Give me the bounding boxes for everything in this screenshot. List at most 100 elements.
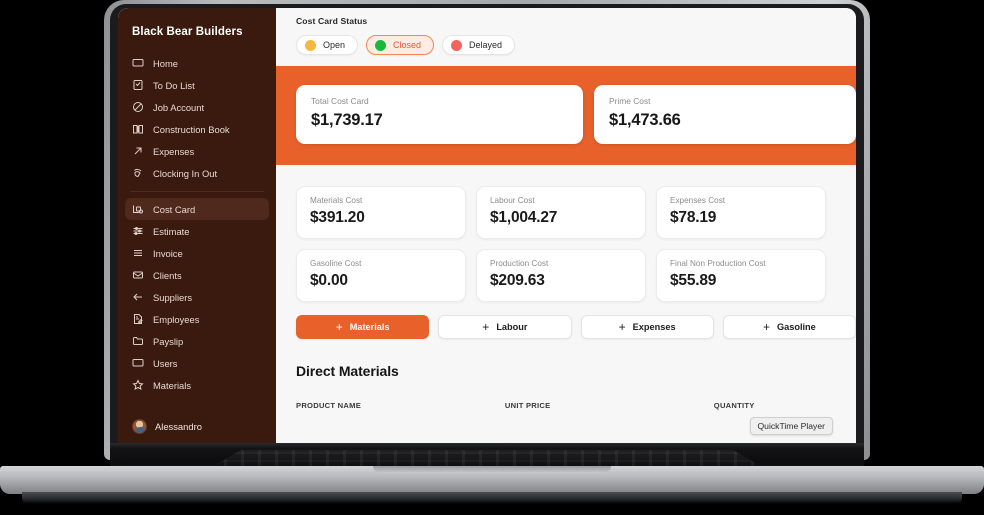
- card-label: Final Non Production Cost: [670, 259, 766, 268]
- envelope-icon: [132, 269, 144, 281]
- monitor-icon: [132, 57, 144, 69]
- kpi-label: Total Cost Card: [311, 96, 369, 106]
- plus-icon: +: [762, 320, 770, 334]
- sidebar-item-label: Suppliers: [153, 291, 193, 303]
- book-open-icon: [132, 123, 144, 135]
- button-label: Expenses: [632, 322, 676, 332]
- cost-breakdown-cards: Materials Cost $391.20 Labour Cost $1,00…: [276, 165, 856, 302]
- sidebar-item-label: Construction Book: [153, 123, 230, 135]
- status-pill-label: Closed: [393, 40, 422, 50]
- kpi-band: Total Cost Card $1,739.17 Prime Cost $1,…: [276, 66, 856, 165]
- sidebar-item-clients[interactable]: Clients: [125, 264, 269, 286]
- sidebar-item-label: Invoice: [153, 247, 183, 259]
- materials-table-header: PRODUCT NAME UNIT PRICE QUANTITY: [276, 379, 856, 410]
- laptop-screen: Black Bear Builders Home To Do List Job …: [118, 8, 856, 448]
- list-lines-icon: [132, 247, 144, 259]
- column-header-quantity[interactable]: QUANTITY: [714, 401, 856, 410]
- sidebar-item-label: Clocking In Out: [153, 167, 218, 179]
- status-pill-open[interactable]: Open: [296, 35, 359, 55]
- clipboard-check-icon: [132, 79, 144, 91]
- sidebar-item-payslip[interactable]: Payslip: [125, 330, 269, 352]
- file-edit-icon: [132, 313, 144, 325]
- sidebar-item-label: Clients: [153, 269, 182, 281]
- card-materials-cost: Materials Cost $391.20: [296, 186, 466, 239]
- screenshot-stage: Black Bear Builders Home To Do List Job …: [0, 0, 984, 515]
- kpi-prime-cost: Prime Cost $1,473.66: [594, 85, 856, 144]
- status-dot-open: [305, 39, 316, 51]
- kpi-label: Prime Cost: [609, 96, 651, 106]
- column-header-product-name[interactable]: PRODUCT NAME: [296, 401, 505, 410]
- status-label: Cost Card Status: [296, 16, 368, 26]
- card-gasoline-cost: Gasoline Cost $0.00: [296, 249, 466, 302]
- add-labour-button[interactable]: + Labour: [438, 315, 572, 339]
- button-label: Labour: [496, 322, 528, 332]
- sliders-icon: [132, 225, 144, 237]
- sidebar-item-invoice[interactable]: Invoice: [125, 242, 269, 264]
- status-section: Cost Card Status Open Closed Delayed: [276, 8, 856, 55]
- sidebar-item-expenses[interactable]: Expenses: [125, 140, 269, 162]
- card-value: $1,004.27: [490, 209, 558, 226]
- kpi-band-row: Total Cost Card $1,739.17 Prime Cost $1,…: [276, 66, 856, 144]
- sidebar-item-label: Home: [153, 57, 179, 69]
- sidebar-item-label: Employees: [153, 313, 200, 325]
- status-dot-closed: [375, 39, 387, 51]
- sidebar-item-users[interactable]: Users: [125, 352, 269, 374]
- add-materials-button[interactable]: + Materials: [296, 315, 430, 339]
- card-value: $78.19: [670, 209, 717, 226]
- card-value: $55.89: [670, 272, 717, 289]
- sidebar-divider: [130, 191, 264, 192]
- plus-icon: +: [482, 320, 490, 334]
- card-label: Gasoline Cost: [310, 259, 362, 268]
- status-dot-delayed: [451, 39, 463, 51]
- status-pill-delayed[interactable]: Delayed: [442, 35, 516, 55]
- main-content: Cost Card Status Open Closed Delayed Tot…: [276, 8, 856, 448]
- laptop-base-notch: [373, 466, 611, 473]
- sidebar-item-label: Payslip: [153, 335, 184, 347]
- card-value: $209.63: [490, 272, 545, 289]
- brand-title: Black Bear Builders: [132, 26, 243, 38]
- sidebar-item-label: Cost Card: [153, 203, 196, 215]
- folder-icon: [132, 335, 144, 347]
- sidebar-item-label: Job Account: [153, 101, 205, 113]
- status-pill-closed[interactable]: Closed: [366, 35, 435, 55]
- card-label: Materials Cost: [310, 196, 363, 205]
- column-header-unit-price[interactable]: UNIT PRICE: [505, 401, 714, 410]
- card-label: Labour Cost: [490, 196, 535, 205]
- sidebar-user-name: Alessandro: [155, 421, 202, 432]
- card-label: Expenses Cost: [670, 196, 726, 205]
- monitor-icon: [132, 357, 144, 369]
- sidebar-item-materials[interactable]: Materials: [125, 374, 269, 396]
- kpi-value: $1,473.66: [609, 111, 681, 129]
- card-label: Production Cost: [490, 259, 549, 268]
- status-pill-label: Open: [323, 40, 346, 50]
- action-button-group: + Materials + Labour + Expenses + Gasoli…: [276, 302, 856, 339]
- arrow-up-right-icon: [132, 145, 144, 157]
- quicktime-player-tooltip: QuickTime Player: [749, 417, 833, 435]
- add-expenses-button[interactable]: + Expenses: [580, 315, 714, 339]
- sidebar-item-estimate[interactable]: Estimate: [125, 220, 269, 242]
- plus-icon: +: [618, 320, 626, 334]
- sidebar-item-employees[interactable]: Employees: [125, 308, 269, 330]
- cost-card-icon: [132, 203, 144, 215]
- kpi-total-cost-card: Total Cost Card $1,739.17: [296, 85, 584, 144]
- card-final-non-production-cost: Final Non Production Cost $55.89: [656, 249, 826, 302]
- star-icon: [132, 379, 144, 391]
- sidebar-item-cost-card[interactable]: Cost Card: [125, 198, 269, 220]
- sidebar-item-to-do-list[interactable]: To Do List: [125, 74, 269, 96]
- sidebar-item-construction-book[interactable]: Construction Book: [125, 118, 269, 140]
- button-label: Gasoline: [776, 322, 816, 332]
- sidebar-item-clocking-in-out[interactable]: Clocking In Out: [125, 162, 269, 184]
- status-filter-group: Open Closed Delayed: [296, 35, 856, 55]
- sidebar: Black Bear Builders Home To Do List Job …: [118, 8, 276, 448]
- sidebar-item-label: Materials: [153, 379, 192, 391]
- laptop-base-shadow: [22, 492, 962, 504]
- status-pill-label: Delayed: [469, 40, 503, 50]
- add-gasoline-button[interactable]: + Gasoline: [722, 315, 856, 339]
- kpi-value: $1,739.17: [311, 111, 383, 129]
- card-value: $0.00: [310, 272, 348, 289]
- sidebar-item-job-account[interactable]: Job Account: [125, 96, 269, 118]
- card-labour-cost: Labour Cost $1,004.27: [476, 186, 646, 239]
- sidebar-item-suppliers[interactable]: Suppliers: [125, 286, 269, 308]
- button-label: Materials: [349, 322, 390, 332]
- sidebar-item-home[interactable]: Home: [125, 52, 269, 74]
